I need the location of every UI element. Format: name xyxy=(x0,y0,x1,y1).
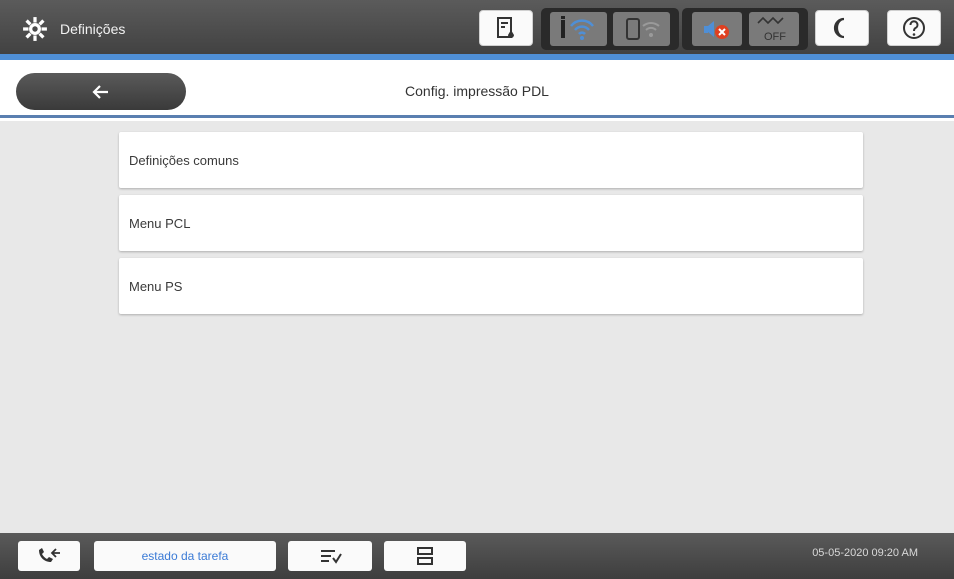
app-title: Definições xyxy=(22,14,125,44)
sleep-button[interactable] xyxy=(815,10,869,46)
power-off-icon: OFF xyxy=(756,16,786,43)
fax-power-status-group[interactable]: OFF xyxy=(682,8,808,50)
back-button[interactable] xyxy=(16,73,186,110)
stop-job-button[interactable] xyxy=(288,541,372,571)
top-status-bar: Definições OFF xyxy=(0,0,954,60)
wifi-info-icon xyxy=(560,16,594,40)
menu-item-label: Definições comuns xyxy=(129,152,239,168)
gear-icon xyxy=(23,17,47,41)
ink-levels-icon xyxy=(497,17,514,38)
fax-call-button[interactable] xyxy=(18,541,80,571)
network-status-group[interactable] xyxy=(541,8,679,50)
wifi-status-cell[interactable] xyxy=(550,12,607,46)
job-status-button[interactable]: estado da tarefa xyxy=(94,541,276,571)
arrow-left-icon xyxy=(92,84,108,99)
bottom-bar: estado da tarefa 05-05-2020 09:20 AM xyxy=(0,533,954,579)
wifi-direct-cell[interactable] xyxy=(613,12,670,46)
fax-status-cell[interactable] xyxy=(691,12,742,46)
menu-item-label: Menu PS xyxy=(129,278,183,294)
datetime-display: 05-05-2020 09:20 AM xyxy=(812,547,918,559)
fax-call-icon xyxy=(39,548,60,562)
stop-job-icon xyxy=(321,550,342,564)
menu-item-pcl[interactable]: Menu PCL xyxy=(119,195,863,251)
ink-levels-button[interactable] xyxy=(479,10,533,46)
copies-button[interactable] xyxy=(384,541,466,571)
copies-icon xyxy=(417,547,433,565)
app-title-label: Definições xyxy=(60,21,126,37)
page-header: Config. impressão PDL xyxy=(0,60,954,118)
menu-item-ps[interactable]: Menu PS xyxy=(119,258,863,314)
power-status-cell[interactable]: OFF xyxy=(748,12,799,46)
menu-item-label: Menu PCL xyxy=(129,215,191,231)
wifi-direct-icon xyxy=(625,18,660,40)
power-off-label: OFF xyxy=(764,31,786,43)
menu-item-common-settings[interactable]: Definições comuns xyxy=(119,132,863,188)
job-status-label: estado da tarefa xyxy=(141,549,229,563)
help-icon xyxy=(903,17,925,39)
settings-menu-area: Definições comuns Menu PCL Menu PS xyxy=(0,121,954,533)
sleep-moon-icon xyxy=(833,17,845,39)
fax-error-icon xyxy=(703,21,729,39)
help-button[interactable] xyxy=(887,10,941,46)
